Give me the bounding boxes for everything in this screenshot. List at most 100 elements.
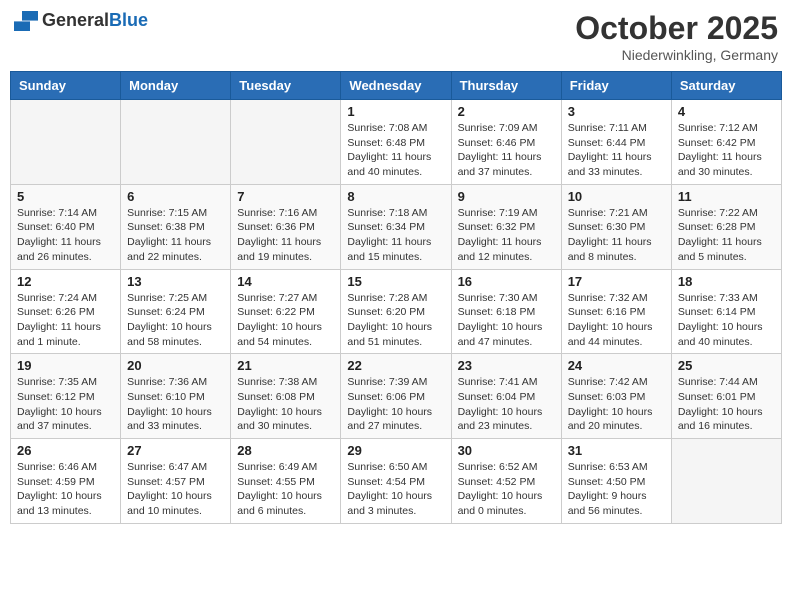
day-info: Sunrise: 7:30 AM Sunset: 6:18 PM Dayligh… — [458, 291, 555, 350]
day-info: Sunrise: 6:53 AM Sunset: 4:50 PM Dayligh… — [568, 460, 665, 519]
day-number: 3 — [568, 104, 665, 119]
calendar-cell: 20Sunrise: 7:36 AM Sunset: 6:10 PM Dayli… — [121, 354, 231, 439]
calendar-cell: 5Sunrise: 7:14 AM Sunset: 6:40 PM Daylig… — [11, 184, 121, 269]
logo-blue: Blue — [109, 10, 148, 30]
col-header-friday: Friday — [561, 72, 671, 100]
calendar-cell: 21Sunrise: 7:38 AM Sunset: 6:08 PM Dayli… — [231, 354, 341, 439]
day-number: 8 — [347, 189, 444, 204]
day-info: Sunrise: 6:47 AM Sunset: 4:57 PM Dayligh… — [127, 460, 224, 519]
calendar-cell — [671, 439, 781, 524]
day-info: Sunrise: 7:24 AM Sunset: 6:26 PM Dayligh… — [17, 291, 114, 350]
day-number: 14 — [237, 274, 334, 289]
calendar-cell: 17Sunrise: 7:32 AM Sunset: 6:16 PM Dayli… — [561, 269, 671, 354]
day-number: 6 — [127, 189, 224, 204]
calendar-cell — [121, 100, 231, 185]
logo: GeneralBlue — [14, 10, 148, 31]
calendar-cell: 29 Sunrise: 6:50 AM Sunset: 4:54 PM Dayli… — [341, 439, 451, 524]
day-number: 29 — [347, 443, 444, 458]
day-info: Sunrise: 6:52 AM Sunset: 4:52 PM Dayligh… — [458, 460, 555, 519]
calendar-cell: 19 Sunrise: 7:35 AM Sunset: 6:12 PM Dayli… — [11, 354, 121, 439]
day-number: 12 — [17, 274, 114, 289]
calendar-cell: 16 Sunrise: 7:30 AM Sunset: 6:18 PM Dayli… — [451, 269, 561, 354]
calendar-cell: 3 Sunrise: 7:11 AM Sunset: 6:44 PM Daylig… — [561, 100, 671, 185]
day-number: 26 — [17, 443, 114, 458]
calendar-cell — [11, 100, 121, 185]
day-info: Sunrise: 7:16 AM Sunset: 6:36 PM Dayligh… — [237, 206, 334, 265]
col-header-wednesday: Wednesday — [341, 72, 451, 100]
calendar-cell: 26Sunrise: 6:46 AM Sunset: 4:59 PM Dayli… — [11, 439, 121, 524]
day-info: Sunrise: 7:21 AM Sunset: 6:30 PM Dayligh… — [568, 206, 665, 265]
day-info: Sunrise: 7:27 AM Sunset: 6:22 PM Dayligh… — [237, 291, 334, 350]
calendar-cell — [231, 100, 341, 185]
day-number: 2 — [458, 104, 555, 119]
col-header-sunday: Sunday — [11, 72, 121, 100]
calendar-cell: 10 Sunrise: 7:21 AM Sunset: 6:30 PM Dayli… — [561, 184, 671, 269]
day-info: Sunrise: 7:08 AM Sunset: 6:48 PM Dayligh… — [347, 121, 444, 180]
day-number: 31 — [568, 443, 665, 458]
calendar-cell: 11 Sunrise: 7:22 AM Sunset: 6:28 PM Dayli… — [671, 184, 781, 269]
logo-icon — [14, 11, 38, 31]
day-info: Sunrise: 7:15 AM Sunset: 6:38 PM Dayligh… — [127, 206, 224, 265]
day-number: 18 — [678, 274, 775, 289]
calendar-table: SundayMondayTuesdayWednesdayThursdayFrid… — [10, 71, 782, 524]
day-info: Sunrise: 7:25 AM Sunset: 6:24 PM Dayligh… — [127, 291, 224, 350]
day-info: Sunrise: 7:39 AM Sunset: 6:06 PM Dayligh… — [347, 375, 444, 434]
calendar-cell: 8 Sunrise: 7:18 AM Sunset: 6:34 PM Daylig… — [341, 184, 451, 269]
calendar-cell: 15 Sunrise: 7:28 AM Sunset: 6:20 PM Dayli… — [341, 269, 451, 354]
day-info: Sunrise: 7:44 AM Sunset: 6:01 PM Dayligh… — [678, 375, 775, 434]
day-info: Sunrise: 6:50 AM Sunset: 4:54 PM Dayligh… — [347, 460, 444, 519]
calendar-cell: 18 Sunrise: 7:33 AM Sunset: 6:14 PM Dayli… — [671, 269, 781, 354]
day-info: Sunrise: 7:18 AM Sunset: 6:34 PM Dayligh… — [347, 206, 444, 265]
day-number: 19 — [17, 358, 114, 373]
calendar-header-row: SundayMondayTuesdayWednesdayThursdayFrid… — [11, 72, 782, 100]
day-number: 13 — [127, 274, 224, 289]
calendar-cell: 9Sunrise: 7:19 AM Sunset: 6:32 PM Daylig… — [451, 184, 561, 269]
page-header: GeneralBlue October 2025 Niederwinkling,… — [10, 10, 782, 63]
calendar-cell: 13 Sunrise: 7:25 AM Sunset: 6:24 PM Dayli… — [121, 269, 231, 354]
day-number: 4 — [678, 104, 775, 119]
calendar-cell: 14 Sunrise: 7:27 AM Sunset: 6:22 PM Dayli… — [231, 269, 341, 354]
day-info: Sunrise: 7:33 AM Sunset: 6:14 PM Dayligh… — [678, 291, 775, 350]
day-number: 11 — [678, 189, 775, 204]
calendar-cell: 1 Sunrise: 7:08 AM Sunset: 6:48 PM Daylig… — [341, 100, 451, 185]
day-number: 9 — [458, 189, 555, 204]
day-number: 30 — [458, 443, 555, 458]
day-number: 27 — [127, 443, 224, 458]
calendar-cell: 12 Sunrise: 7:24 AM Sunset: 6:26 PM Dayli… — [11, 269, 121, 354]
calendar-cell: 27 Sunrise: 6:47 AM Sunset: 4:57 PM Dayli… — [121, 439, 231, 524]
calendar-cell: 28Sunrise: 6:49 AM Sunset: 4:55 PM Dayli… — [231, 439, 341, 524]
col-header-saturday: Saturday — [671, 72, 781, 100]
day-info: Sunrise: 7:14 AM Sunset: 6:40 PM Dayligh… — [17, 206, 114, 265]
day-number: 20 — [127, 358, 224, 373]
day-info: Sunrise: 7:09 AM Sunset: 6:46 PM Dayligh… — [458, 121, 555, 180]
calendar-week-row: 12 Sunrise: 7:24 AM Sunset: 6:26 PM Dayli… — [11, 269, 782, 354]
day-number: 16 — [458, 274, 555, 289]
day-number: 15 — [347, 274, 444, 289]
day-info: Sunrise: 7:38 AM Sunset: 6:08 PM Dayligh… — [237, 375, 334, 434]
calendar-cell: 30 Sunrise: 6:52 AM Sunset: 4:52 PM Dayli… — [451, 439, 561, 524]
calendar-week-row: 19 Sunrise: 7:35 AM Sunset: 6:12 PM Dayli… — [11, 354, 782, 439]
calendar-cell: 4 Sunrise: 7:12 AM Sunset: 6:42 PM Daylig… — [671, 100, 781, 185]
calendar-week-row: 1 Sunrise: 7:08 AM Sunset: 6:48 PM Daylig… — [11, 100, 782, 185]
calendar-cell: 22 Sunrise: 7:39 AM Sunset: 6:06 PM Dayli… — [341, 354, 451, 439]
day-info: Sunrise: 7:12 AM Sunset: 6:42 PM Dayligh… — [678, 121, 775, 180]
day-number: 25 — [678, 358, 775, 373]
day-number: 23 — [458, 358, 555, 373]
day-info: Sunrise: 7:35 AM Sunset: 6:12 PM Dayligh… — [17, 375, 114, 434]
day-info: Sunrise: 7:22 AM Sunset: 6:28 PM Dayligh… — [678, 206, 775, 265]
day-info: Sunrise: 7:28 AM Sunset: 6:20 PM Dayligh… — [347, 291, 444, 350]
day-number: 22 — [347, 358, 444, 373]
calendar-week-row: 5Sunrise: 7:14 AM Sunset: 6:40 PM Daylig… — [11, 184, 782, 269]
month-title: October 2025 — [575, 10, 778, 47]
col-header-monday: Monday — [121, 72, 231, 100]
title-area: October 2025 Niederwinkling, Germany — [575, 10, 778, 63]
day-number: 1 — [347, 104, 444, 119]
col-header-tuesday: Tuesday — [231, 72, 341, 100]
day-number: 10 — [568, 189, 665, 204]
day-number: 17 — [568, 274, 665, 289]
calendar-cell: 23 Sunrise: 7:41 AM Sunset: 6:04 PM Dayli… — [451, 354, 561, 439]
day-info: Sunrise: 7:41 AM Sunset: 6:04 PM Dayligh… — [458, 375, 555, 434]
logo-general: General — [42, 10, 109, 30]
day-info: Sunrise: 6:49 AM Sunset: 4:55 PM Dayligh… — [237, 460, 334, 519]
day-info: Sunrise: 7:11 AM Sunset: 6:44 PM Dayligh… — [568, 121, 665, 180]
